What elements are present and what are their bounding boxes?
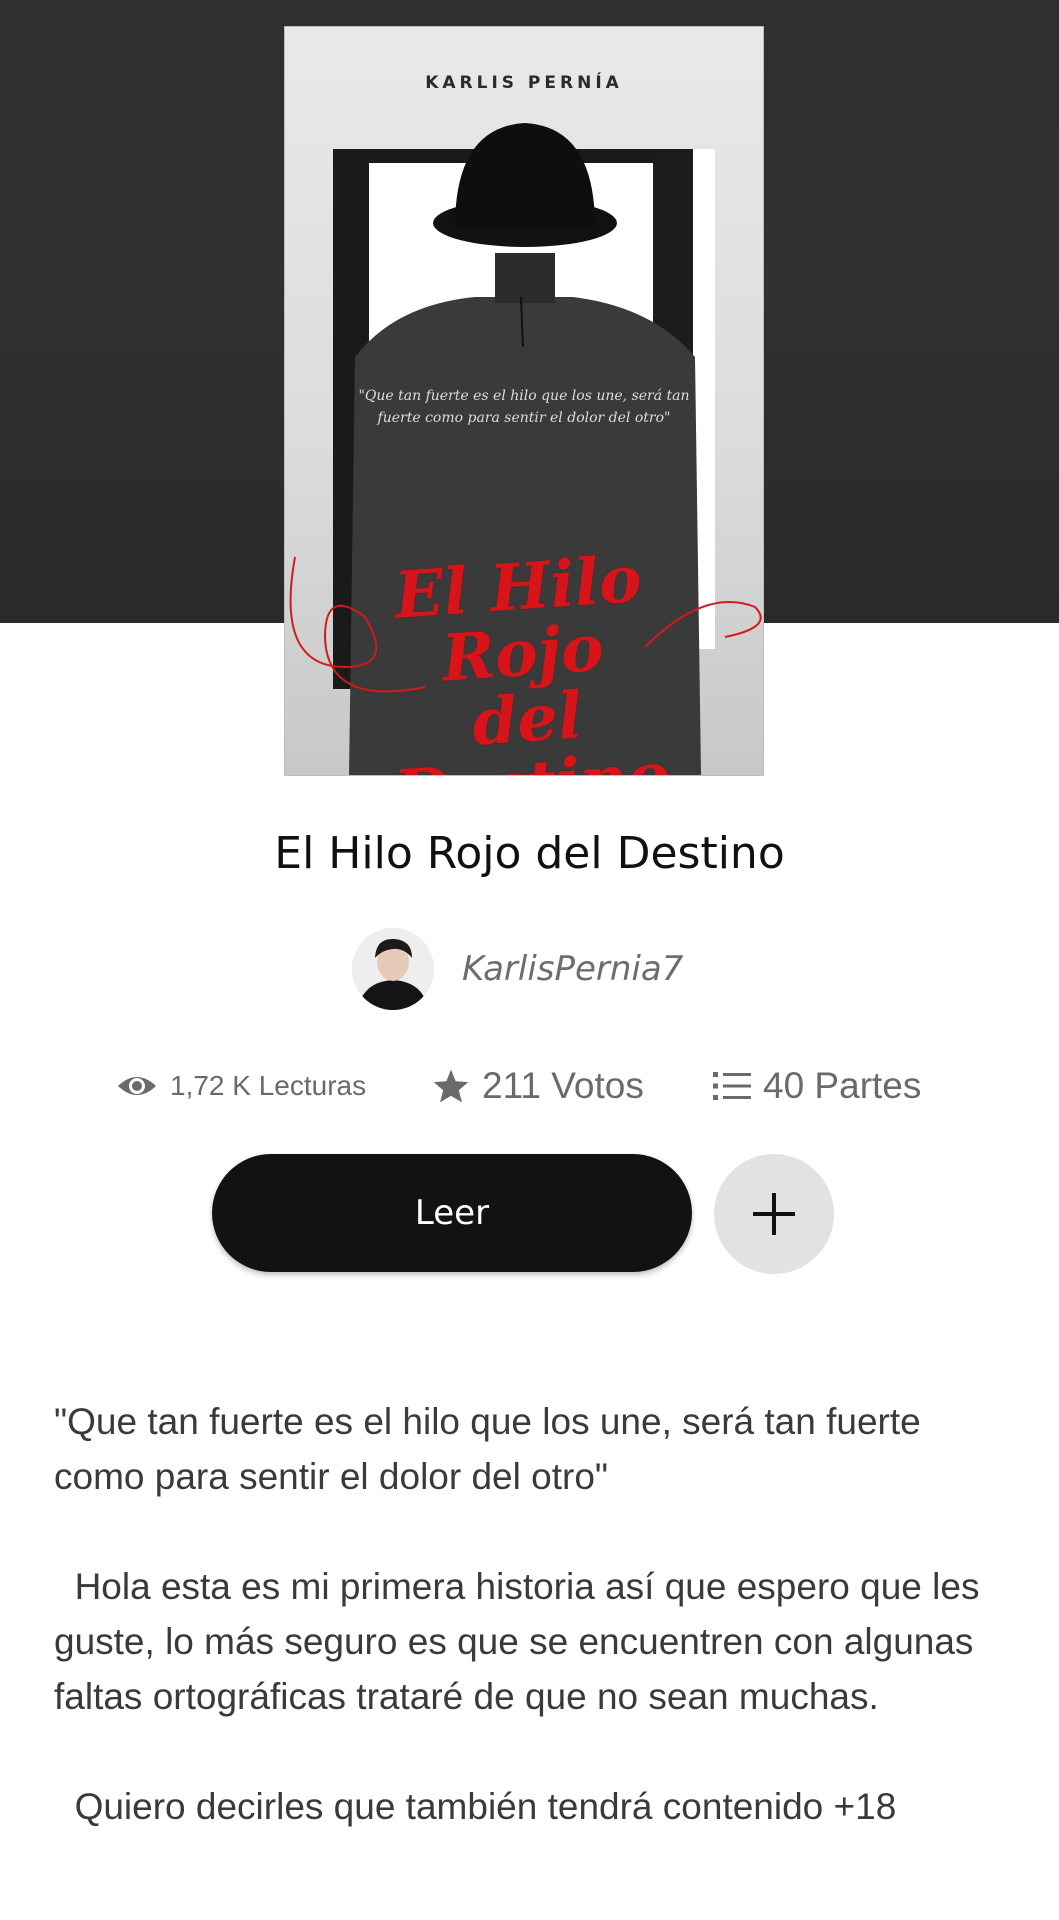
list-icon	[713, 1072, 751, 1100]
reads-stat: 1,72 K Lecturas	[116, 1058, 366, 1114]
description-paragraph: "Que tan fuerte es el hilo que los une, …	[54, 1401, 932, 1497]
votes-count: 211 Votos	[482, 1065, 644, 1106]
author-link[interactable]: KarlisPernia7	[352, 928, 683, 1010]
plus-icon	[753, 1193, 795, 1235]
cover-author: KARLIS PERNÍA	[425, 73, 623, 93]
description-paragraph: Quiero decirles que también tendrá conte…	[54, 1786, 897, 1827]
story-title: El Hilo Rojo del Destino	[274, 828, 785, 879]
reads-count: 1,72 K Lecturas	[170, 1070, 367, 1101]
parts-stat: 40 Partes	[713, 1058, 921, 1114]
avatar-image	[352, 928, 434, 1010]
add-to-library-button[interactable]	[714, 1154, 834, 1274]
avatar[interactable]	[352, 928, 434, 1010]
votes-stat: 211 Votos	[432, 1058, 644, 1114]
story-stats: 1,72 K Lecturas 211 Votos 40 Partes	[0, 1058, 1059, 1114]
read-button[interactable]: Leer	[212, 1154, 692, 1272]
story-description: "Que tan fuerte es el hilo que los une, …	[54, 1394, 1014, 1834]
description-paragraph: Hola esta es mi primera historia así que…	[54, 1566, 990, 1717]
cover-quote: "Que tan fuerte es el hilo que los une, …	[358, 388, 690, 426]
cover-title: El Hilo Rojo del Destino	[316, 541, 733, 775]
book-cover[interactable]: KARLIS PERNÍA "Que tan fuerte es el hilo…	[284, 26, 764, 776]
star-icon	[433, 1069, 469, 1103]
author-name[interactable]: KarlisPernia7	[462, 949, 683, 989]
eye-icon	[118, 1077, 156, 1095]
parts-count: 40 Partes	[763, 1065, 922, 1106]
